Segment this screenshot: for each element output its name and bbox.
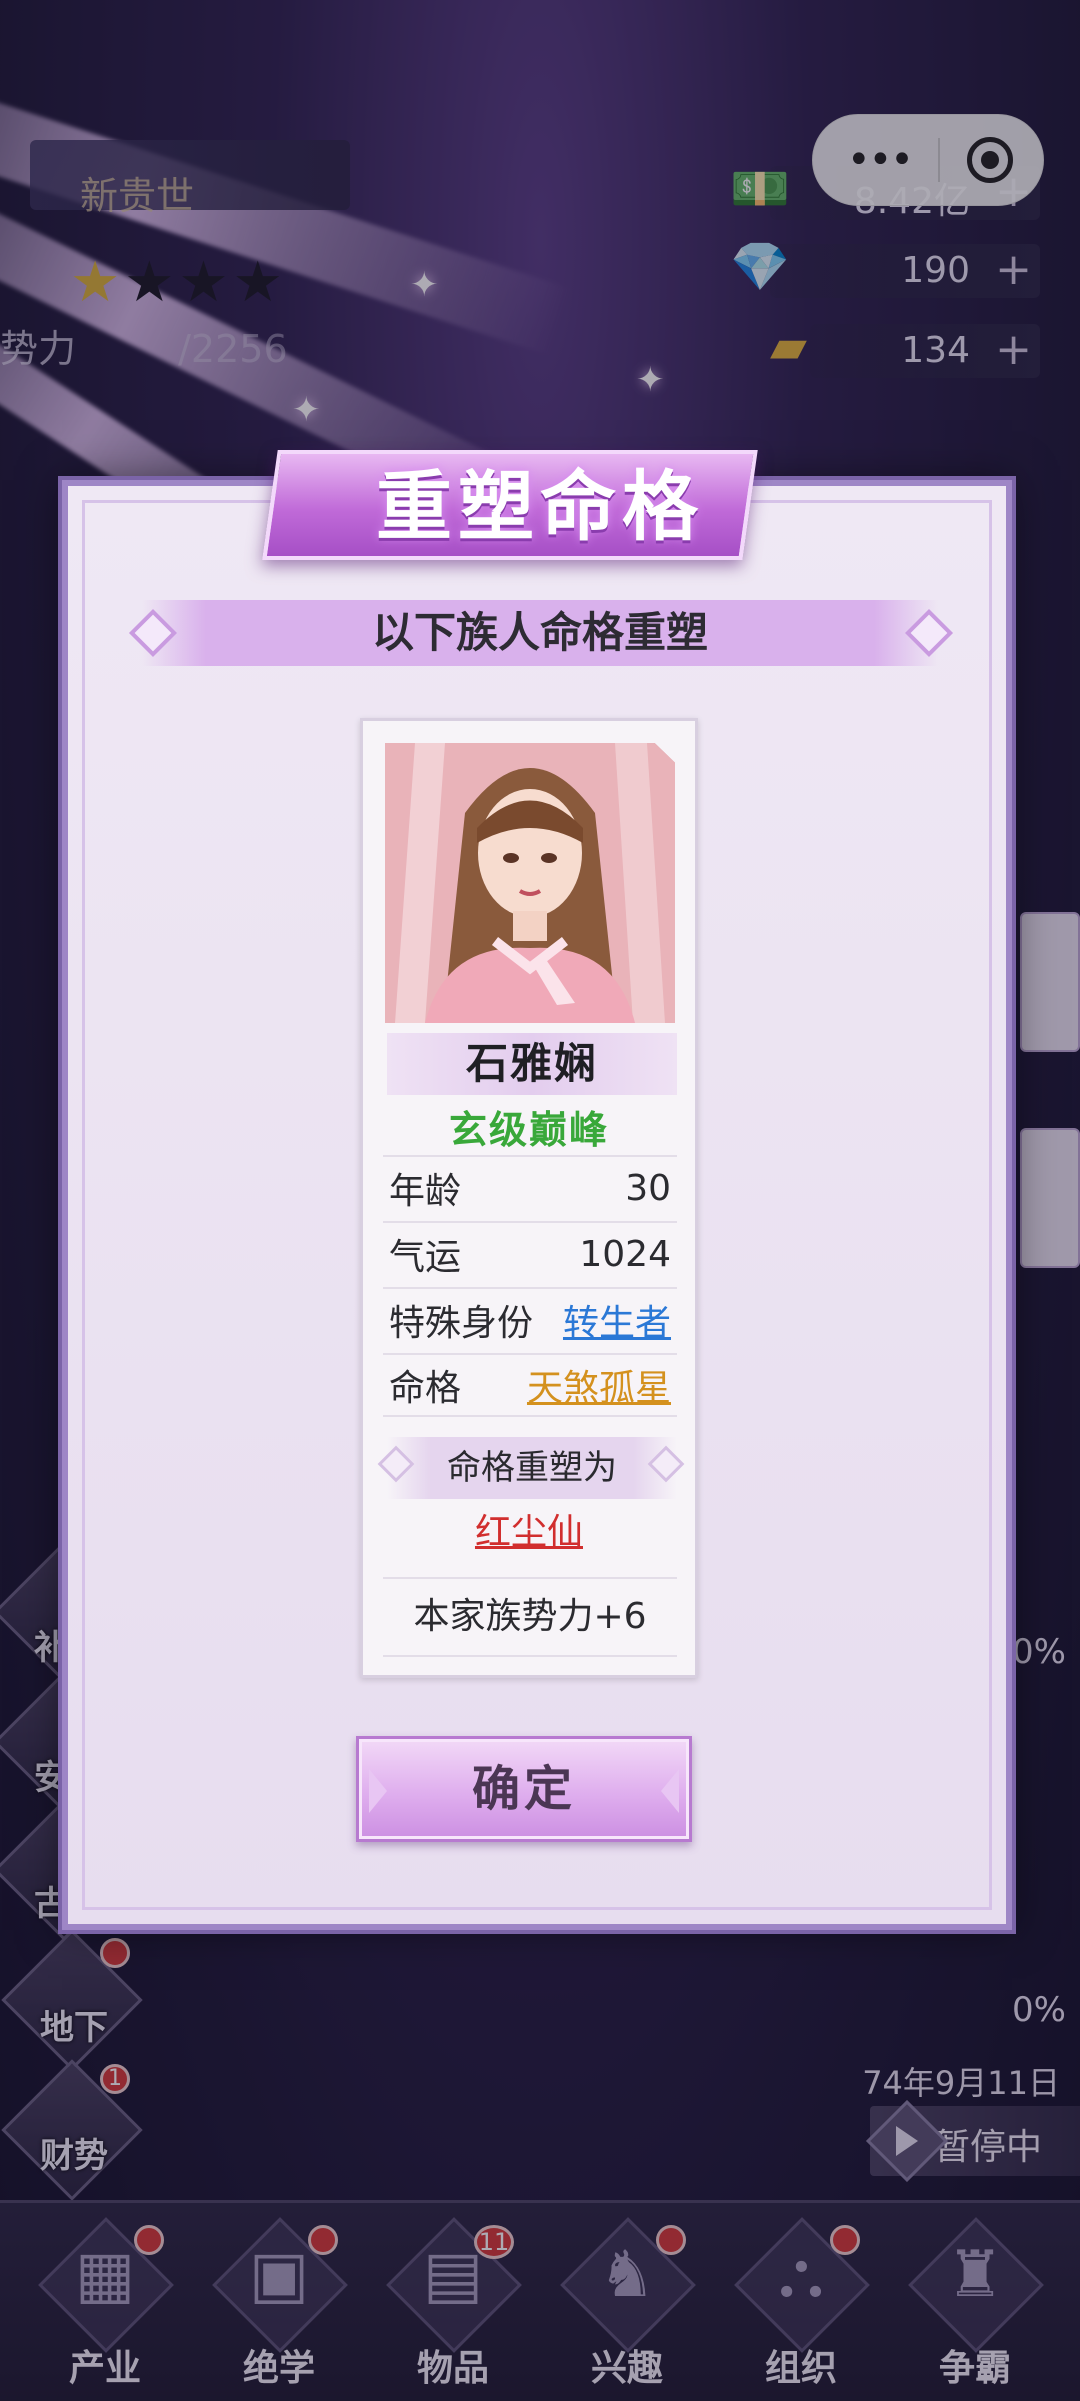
power-bonus: 本家族势力+6: [383, 1577, 677, 1657]
new-fate-link[interactable]: 红尘仙: [363, 1503, 695, 1563]
fate-link[interactable]: 天煞孤星: [527, 1359, 671, 1411]
luck-label: 气运: [389, 1237, 462, 1278]
confirm-button[interactable]: 确定: [356, 1736, 692, 1842]
member-rank: 玄级巅峰: [448, 1108, 609, 1152]
member-card: 石雅娴 玄级巅峰 年龄 30 气运 1024 特殊身份 转生者 命格 天煞孤星 …: [360, 718, 698, 1678]
luck-row: 气运 1024: [383, 1221, 677, 1285]
chevron-left-icon: [369, 1769, 387, 1813]
identity-row: 特殊身份 转生者: [383, 1287, 677, 1351]
identity-label: 特殊身份: [389, 1303, 534, 1344]
confirm-label: 确定: [471, 1761, 576, 1817]
age-row: 年龄 30: [383, 1155, 677, 1219]
member-portrait: [385, 743, 675, 1023]
dialog-title: 重塑命格: [376, 462, 704, 551]
identity-link[interactable]: 转生者: [563, 1294, 671, 1346]
member-name: 石雅娴: [465, 1039, 598, 1088]
reshape-label: 命格重塑为: [447, 1448, 617, 1488]
age-label: 年龄: [389, 1171, 462, 1212]
dialog-subtitle: 以下族人命格重塑: [371, 608, 708, 657]
fate-row: 命格 天煞孤星: [383, 1353, 677, 1417]
luck-value: 1024: [579, 1233, 671, 1275]
portrait-avatar-icon: [385, 743, 675, 1023]
chevron-right-icon: [661, 1769, 679, 1813]
fate-label: 命格: [389, 1368, 462, 1409]
age-value: 30: [625, 1167, 671, 1209]
